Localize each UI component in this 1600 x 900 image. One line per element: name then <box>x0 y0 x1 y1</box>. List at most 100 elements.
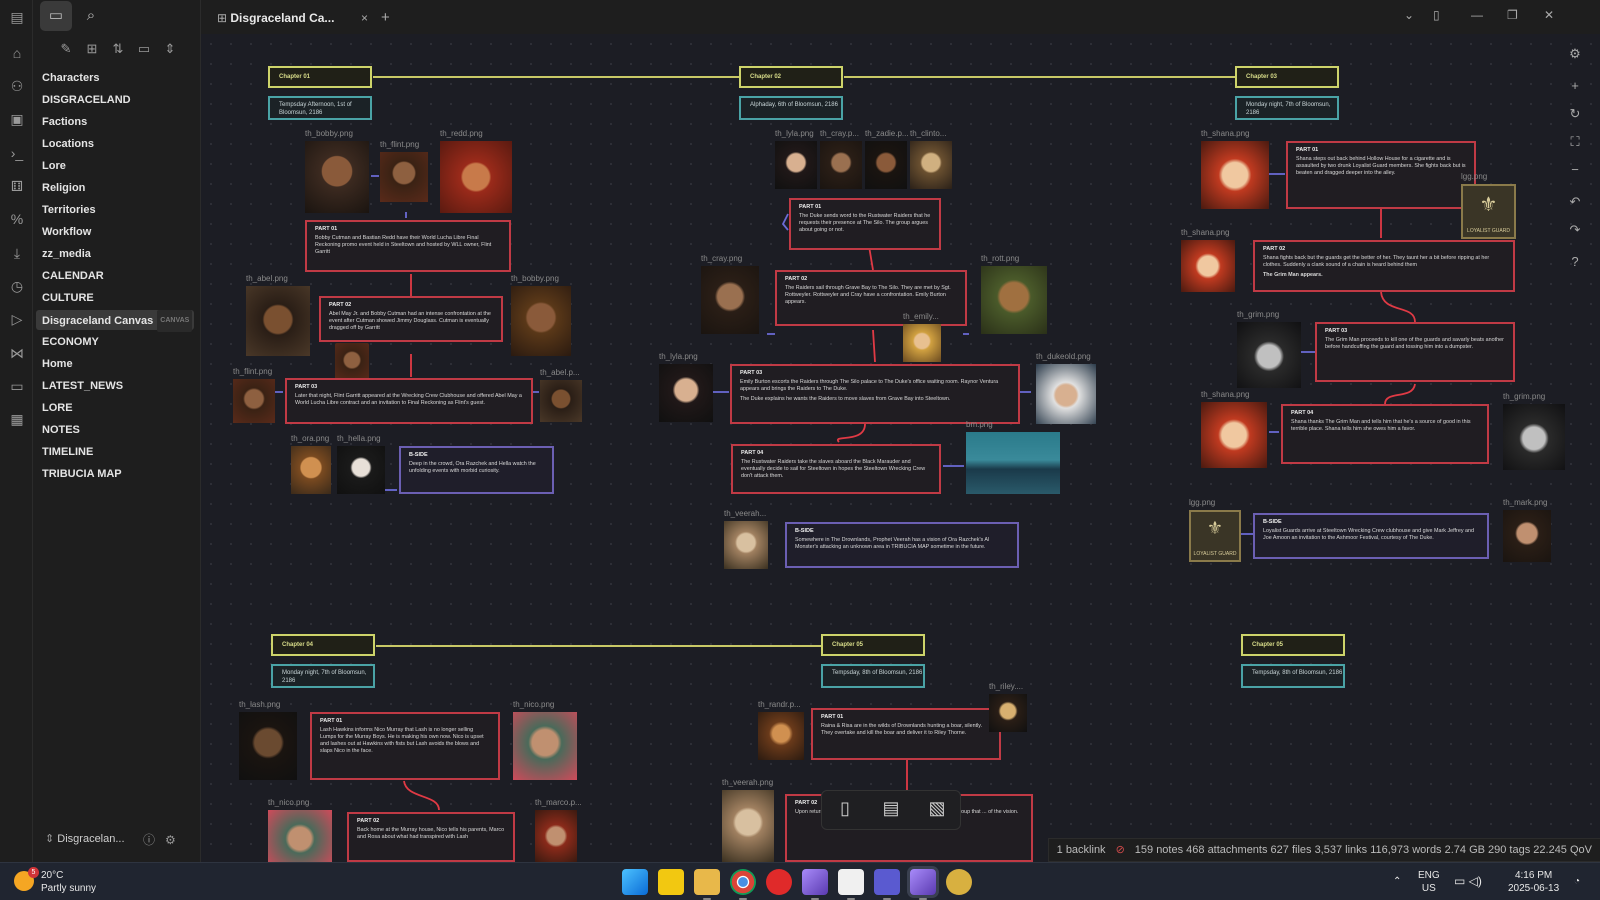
tree-item[interactable]: NOTES <box>36 420 194 440</box>
story-card[interactable]: PART 04 The Rustwater Raiders take the s… <box>731 444 941 494</box>
portrait-image[interactable]: th_rott.png <box>981 254 1047 334</box>
portrait-image[interactable]: th_lyla.png <box>775 129 817 189</box>
close-tab-icon[interactable]: × <box>361 6 368 30</box>
bside-card[interactable]: B-SIDE Deep in the crowd, Ora Razchek an… <box>399 446 554 494</box>
story-card[interactable]: PART 02 Shana fights back but the guards… <box>1253 240 1515 292</box>
add-card-icon[interactable]: ▯ <box>832 798 858 819</box>
portrait-image[interactable]: th_lyla.png <box>659 352 713 422</box>
clock[interactable]: 4:16 PM 2025-06-13 <box>1508 869 1559 895</box>
story-card[interactable]: PART 01 The Duke sends word to the Rustw… <box>789 198 941 250</box>
chapter-card[interactable]: Chapter 05 <box>1241 634 1345 656</box>
story-card[interactable]: PART 02 Abel May Jr. and Bobby Cutman ha… <box>319 296 503 342</box>
story-card[interactable]: PART 03 Later that night, Flint Garritt … <box>285 378 533 424</box>
portrait-image[interactable]: th_grim.png <box>1237 310 1301 388</box>
obsidian-icon[interactable] <box>802 869 828 900</box>
notepad-icon[interactable] <box>838 869 864 900</box>
date-card[interactable]: Monday night, 7th of Bloomsun, 2186 <box>271 664 375 688</box>
bside-card[interactable]: B-SIDE Somewhere in The Drownlands, Prop… <box>785 522 1019 568</box>
portrait-image[interactable]: th_redd.png <box>440 129 512 213</box>
portrait-image[interactable]: th_flint.png <box>233 367 275 423</box>
portrait-image[interactable]: th_flint.png <box>380 140 428 202</box>
chapter-card[interactable]: Chapter 05 <box>821 634 925 656</box>
bside-card[interactable]: B-SIDE Loyalist Guards arrive at Steelto… <box>1253 513 1489 559</box>
portrait-image[interactable]: th_bobby.png <box>511 274 571 356</box>
graph-icon[interactable]: ⚇ <box>6 75 28 97</box>
portrait-image[interactable]: th_nico.png <box>268 798 332 862</box>
portrait-image[interactable]: th_zadie.p... <box>865 129 909 189</box>
story-card[interactable]: PART 04 Shana thanks The Grim Man and te… <box>1281 404 1489 464</box>
canvas-area[interactable]: Chapter 01 Tempsday Afternoon, 1st of Bl… <box>201 34 1600 862</box>
close-window-icon[interactable]: ✕ <box>1544 8 1554 22</box>
portrait-image[interactable]: th_grim.png <box>1503 392 1565 470</box>
tree-item[interactable]: Factions <box>36 112 194 132</box>
portrait-image[interactable]: th_randr.p... <box>758 700 804 760</box>
notifications-icon[interactable]: ◔ <box>1574 875 1580 888</box>
portrait-image[interactable]: th_shana.png <box>1201 129 1269 209</box>
tree-item[interactable]: Home <box>36 354 194 374</box>
tree-item[interactable]: zz_media <box>36 244 194 264</box>
add-media-icon[interactable]: ▧ <box>924 798 950 819</box>
portrait-image[interactable]: th_veerah.png <box>722 778 774 862</box>
expand-icon[interactable]: ⇕ <box>157 41 183 57</box>
home-icon[interactable]: ⌂ <box>6 42 28 64</box>
terminal-icon[interactable]: ›_ <box>6 142 28 164</box>
calendar-icon[interactable]: ▦ <box>6 408 28 430</box>
tree-item[interactable]: DISGRACELAND <box>36 90 194 110</box>
app-icon[interactable] <box>946 869 972 895</box>
portrait-image[interactable]: th_nico.png <box>513 700 577 780</box>
story-card[interactable]: PART 03 Emily Burton escorts the Raiders… <box>730 364 1020 424</box>
portrait-image[interactable]: th_cray.png <box>701 254 759 334</box>
date-card[interactable]: Alphaday, 6th of Bloomsun, 2186 <box>739 96 843 120</box>
date-card[interactable]: Tempsday, 8th of Bloomsun, 2186 <box>1241 664 1345 688</box>
tree-item[interactable]: Characters <box>36 68 194 88</box>
tree-item[interactable]: Workflow <box>36 222 194 242</box>
minimize-icon[interactable]: — <box>1471 8 1483 22</box>
tree-item[interactable]: Religion <box>36 178 194 198</box>
restore-icon[interactable]: ❐ <box>1507 8 1518 22</box>
portrait-image[interactable]: th_bobby.png <box>305 129 369 213</box>
portrait-image[interactable]: th_shana.png <box>1201 390 1267 468</box>
portrait-image[interactable]: th_emily... <box>903 312 941 362</box>
story-card[interactable]: PART 01 Shana steps out back behind Holl… <box>1286 141 1476 209</box>
portrait-image[interactable]: th_lash.png <box>239 700 297 780</box>
reset-zoom-icon[interactable]: ↻ <box>1562 102 1588 126</box>
chat-icon[interactable]: ▭ <box>6 375 28 397</box>
tree-item[interactable]: LATEST_NEWS <box>36 376 194 396</box>
portrait-image[interactable]: th_abel.p... <box>540 368 582 422</box>
undo-icon[interactable]: ↶ <box>1562 190 1588 214</box>
vault-switcher[interactable]: ⇕ Disgracelan... ⓘ ⚙ <box>45 832 176 847</box>
chapter-card[interactable]: Chapter 03 <box>1235 66 1339 88</box>
portrait-image[interactable]: th_dukeold.png <box>1036 352 1096 424</box>
story-card[interactable]: PART 01 Bobby Cutman and Bastian Redd ha… <box>305 220 511 272</box>
tree-item[interactable]: Territories <box>36 200 194 220</box>
sidebar-right-icon[interactable]: ▯ <box>1433 8 1440 22</box>
folder-icon[interactable]: ▭ <box>40 1 72 31</box>
new-folder-icon[interactable]: ⊞ <box>79 41 105 57</box>
portrait-image[interactable]: th_clinto... <box>910 129 952 189</box>
chevron-up-icon[interactable]: ⌃ <box>1393 875 1401 888</box>
zoom-out-icon[interactable]: − <box>1562 158 1588 182</box>
file-explorer-icon[interactable] <box>694 869 720 900</box>
dice-icon[interactable]: ⚅ <box>6 175 28 197</box>
chapter-card[interactable]: Chapter 04 <box>271 634 375 656</box>
logo-image[interactable]: lgg.png ⚜ LOYALIST GUARD <box>1189 498 1241 562</box>
percent-icon[interactable]: % <box>6 208 28 230</box>
tree-item[interactable]: Lore <box>36 156 194 176</box>
collapse-icon[interactable]: ▭ <box>131 41 157 57</box>
tree-item[interactable]: Locations <box>36 134 194 154</box>
date-card[interactable]: Tempsday Afternoon, 1st of Bloomsun, 218… <box>268 96 372 120</box>
story-card[interactable]: PART 03 The Grim Man proceeds to kill on… <box>1315 322 1515 382</box>
portrait-image[interactable]: th_cray.p... <box>820 129 862 189</box>
date-card[interactable]: Tempsday, 8th of Bloomsun, 2186 <box>821 664 925 688</box>
windows-start-icon[interactable] <box>622 869 648 895</box>
zoom-to-fit-icon[interactable]: ⛶ <box>1562 130 1588 154</box>
add-note-icon[interactable]: ▤ <box>878 798 904 819</box>
settings-icon[interactable]: ⚙ <box>165 833 176 847</box>
obsidian-active-icon[interactable] <box>910 869 936 900</box>
chevron-down-icon[interactable]: ⌄ <box>1404 8 1414 22</box>
tree-item[interactable]: TIMELINE <box>36 442 194 462</box>
chapter-card[interactable]: Chapter 02 <box>739 66 843 88</box>
vscode-icon[interactable]: ⋈ <box>6 342 28 364</box>
tree-item[interactable]: CALENDAR <box>36 266 194 286</box>
download-icon[interactable]: ⤓ <box>6 242 28 264</box>
